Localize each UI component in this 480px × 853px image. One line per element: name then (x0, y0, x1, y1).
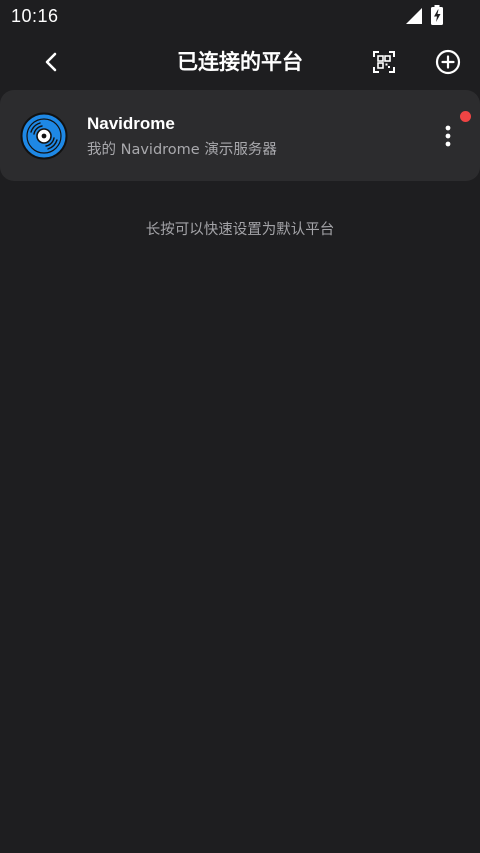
platforms-screen: 10:16 已连接的平台 Navidrome 我的 Navidrome 演示服务… (0, 0, 480, 853)
back-button[interactable] (34, 44, 70, 80)
chevron-left-icon (45, 52, 57, 72)
server-card[interactable]: Navidrome 我的 Navidrome 演示服务器 (0, 90, 480, 181)
add-circle-icon (435, 49, 461, 75)
qr-scan-button[interactable] (366, 44, 402, 80)
server-name: Navidrome (87, 114, 175, 133)
more-vertical-icon (445, 125, 451, 147)
signal-icon (406, 8, 422, 24)
battery-charging-icon (431, 5, 443, 25)
add-server-button[interactable] (430, 44, 466, 80)
hint-text: 长按可以快速设置为默认平台 (145, 222, 335, 238)
server-description: 我的 Navidrome 演示服务器 (87, 142, 277, 158)
qr-scan-icon (373, 51, 395, 73)
more-options-button[interactable] (430, 118, 466, 154)
app-bar: 已连接的平台 (0, 34, 480, 90)
status-time: 10:16 (11, 6, 59, 26)
page-title: 已连接的平台 (177, 50, 303, 74)
status-bar: 10:16 (0, 0, 480, 34)
vinyl-record-icon (20, 112, 68, 160)
